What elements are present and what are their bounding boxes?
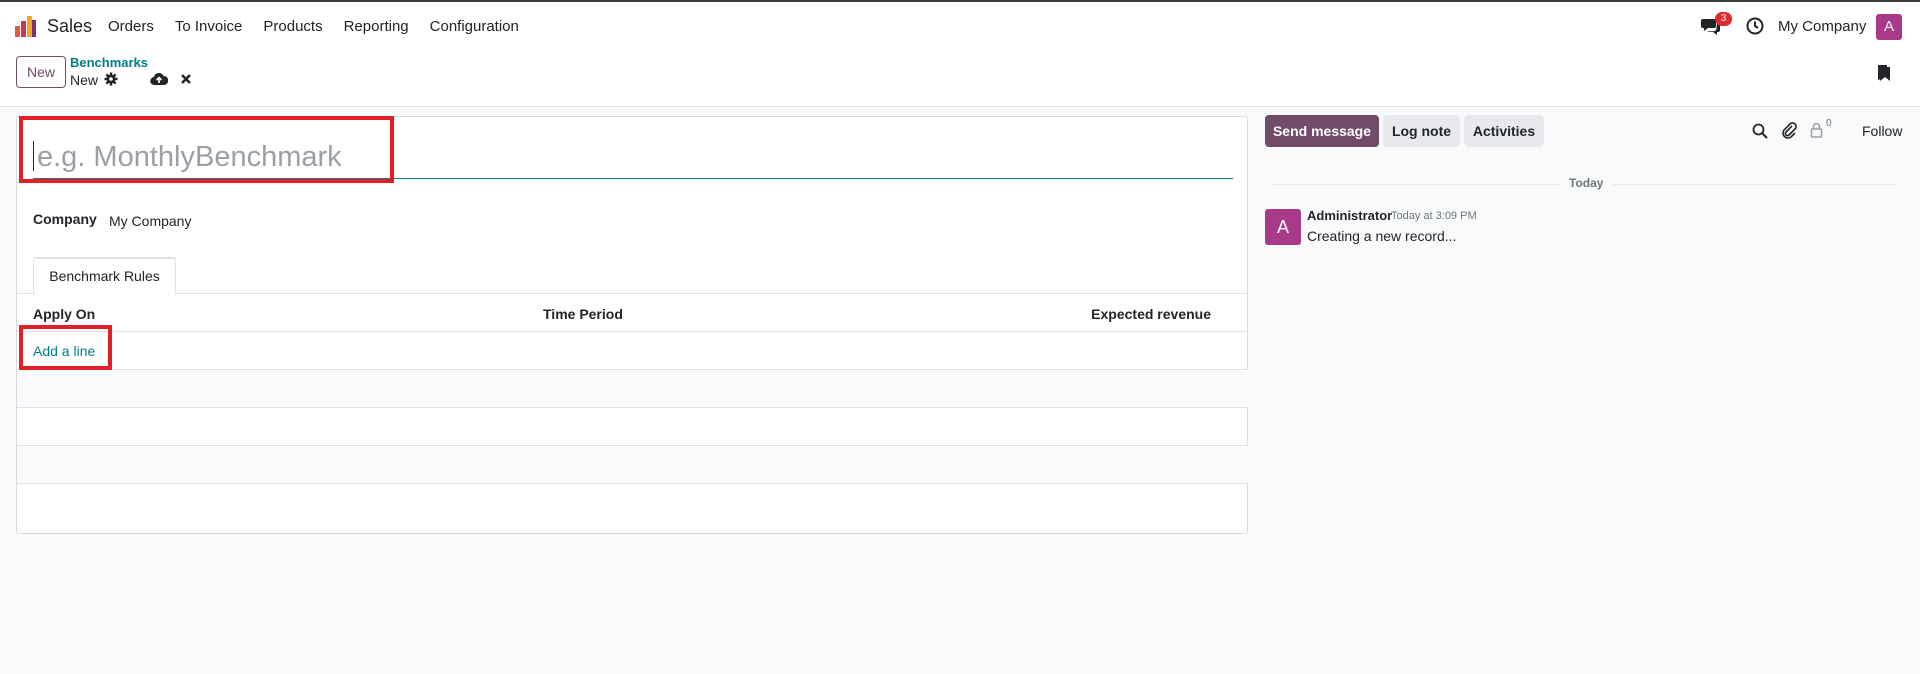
save-cloud-icon[interactable] <box>150 72 168 86</box>
follow-button[interactable]: Follow <box>1862 123 1902 139</box>
table-header: Apply On Time Period Expected revenue <box>17 295 1249 332</box>
menu-item-reporting[interactable]: Reporting <box>344 18 409 35</box>
send-message-button[interactable]: Send message <box>1265 115 1379 147</box>
table-row <box>17 446 1249 484</box>
company-label: Company <box>33 211 97 227</box>
message-count-badge: 3 <box>1715 12 1732 26</box>
menu-item-to-invoice[interactable]: To Invoice <box>175 18 243 35</box>
form-sheet: Company My Company Benchmark Rules Apply… <box>16 116 1249 534</box>
activities-button[interactable]: Activities <box>1464 115 1544 147</box>
discard-icon[interactable] <box>180 73 192 85</box>
highlight-box-name <box>19 116 394 183</box>
highlight-box-add-line <box>19 325 112 370</box>
message-author-avatar[interactable]: A <box>1265 209 1301 245</box>
menu-item-products[interactable]: Products <box>263 18 322 35</box>
message-author[interactable]: Administrator <box>1307 208 1392 223</box>
message-date: Today at 3:09 PM <box>1391 210 1477 222</box>
search-icon[interactable] <box>1752 123 1768 139</box>
company-field[interactable]: My Company <box>109 213 191 229</box>
top-navbar: Sales Orders To Invoice Products Reporti… <box>0 0 1920 50</box>
bookmark-icon[interactable] <box>1876 64 1892 82</box>
tab-benchmark-rules[interactable]: Benchmark Rules <box>33 257 176 295</box>
menu-item-configuration[interactable]: Configuration <box>430 18 519 35</box>
followers-lock-icon[interactable] <box>1810 122 1823 138</box>
column-time-period[interactable]: Time Period <box>543 306 623 322</box>
app-name[interactable]: Sales <box>47 16 92 37</box>
company-switcher[interactable]: My Company <box>1778 18 1866 35</box>
benchmark-rules-table: Apply On Time Period Expected revenue Ad… <box>17 295 1249 522</box>
paperclip-icon[interactable] <box>1781 122 1797 140</box>
gear-icon[interactable] <box>104 72 118 86</box>
column-expected-revenue[interactable]: Expected revenue <box>1091 306 1211 322</box>
table-row <box>17 408 1249 446</box>
table-row <box>17 484 1249 522</box>
breadcrumb-current-record: New <box>70 72 99 88</box>
sales-app-icon[interactable] <box>14 14 38 38</box>
main-menu: Orders To Invoice Products Reporting Con… <box>108 18 540 35</box>
clock-icon[interactable] <box>1746 17 1764 35</box>
control-panel: New Benchmarks New <box>0 50 1920 107</box>
breadcrumb-benchmarks[interactable]: Benchmarks <box>70 55 148 70</box>
table-row: Add a line <box>17 325 1249 370</box>
column-apply-on[interactable]: Apply On <box>33 306 95 322</box>
date-separator-label: Today <box>1559 176 1614 190</box>
table-row <box>17 370 1249 408</box>
new-button[interactable]: New <box>16 56 66 88</box>
user-avatar[interactable]: A <box>1876 14 1902 40</box>
notebook-tabs: Benchmark Rules <box>17 257 1249 295</box>
follower-count: 0 <box>1826 118 1832 129</box>
message-body: Creating a new record... <box>1307 228 1457 244</box>
menu-item-orders[interactable]: Orders <box>108 18 154 35</box>
log-note-button[interactable]: Log note <box>1383 115 1460 147</box>
